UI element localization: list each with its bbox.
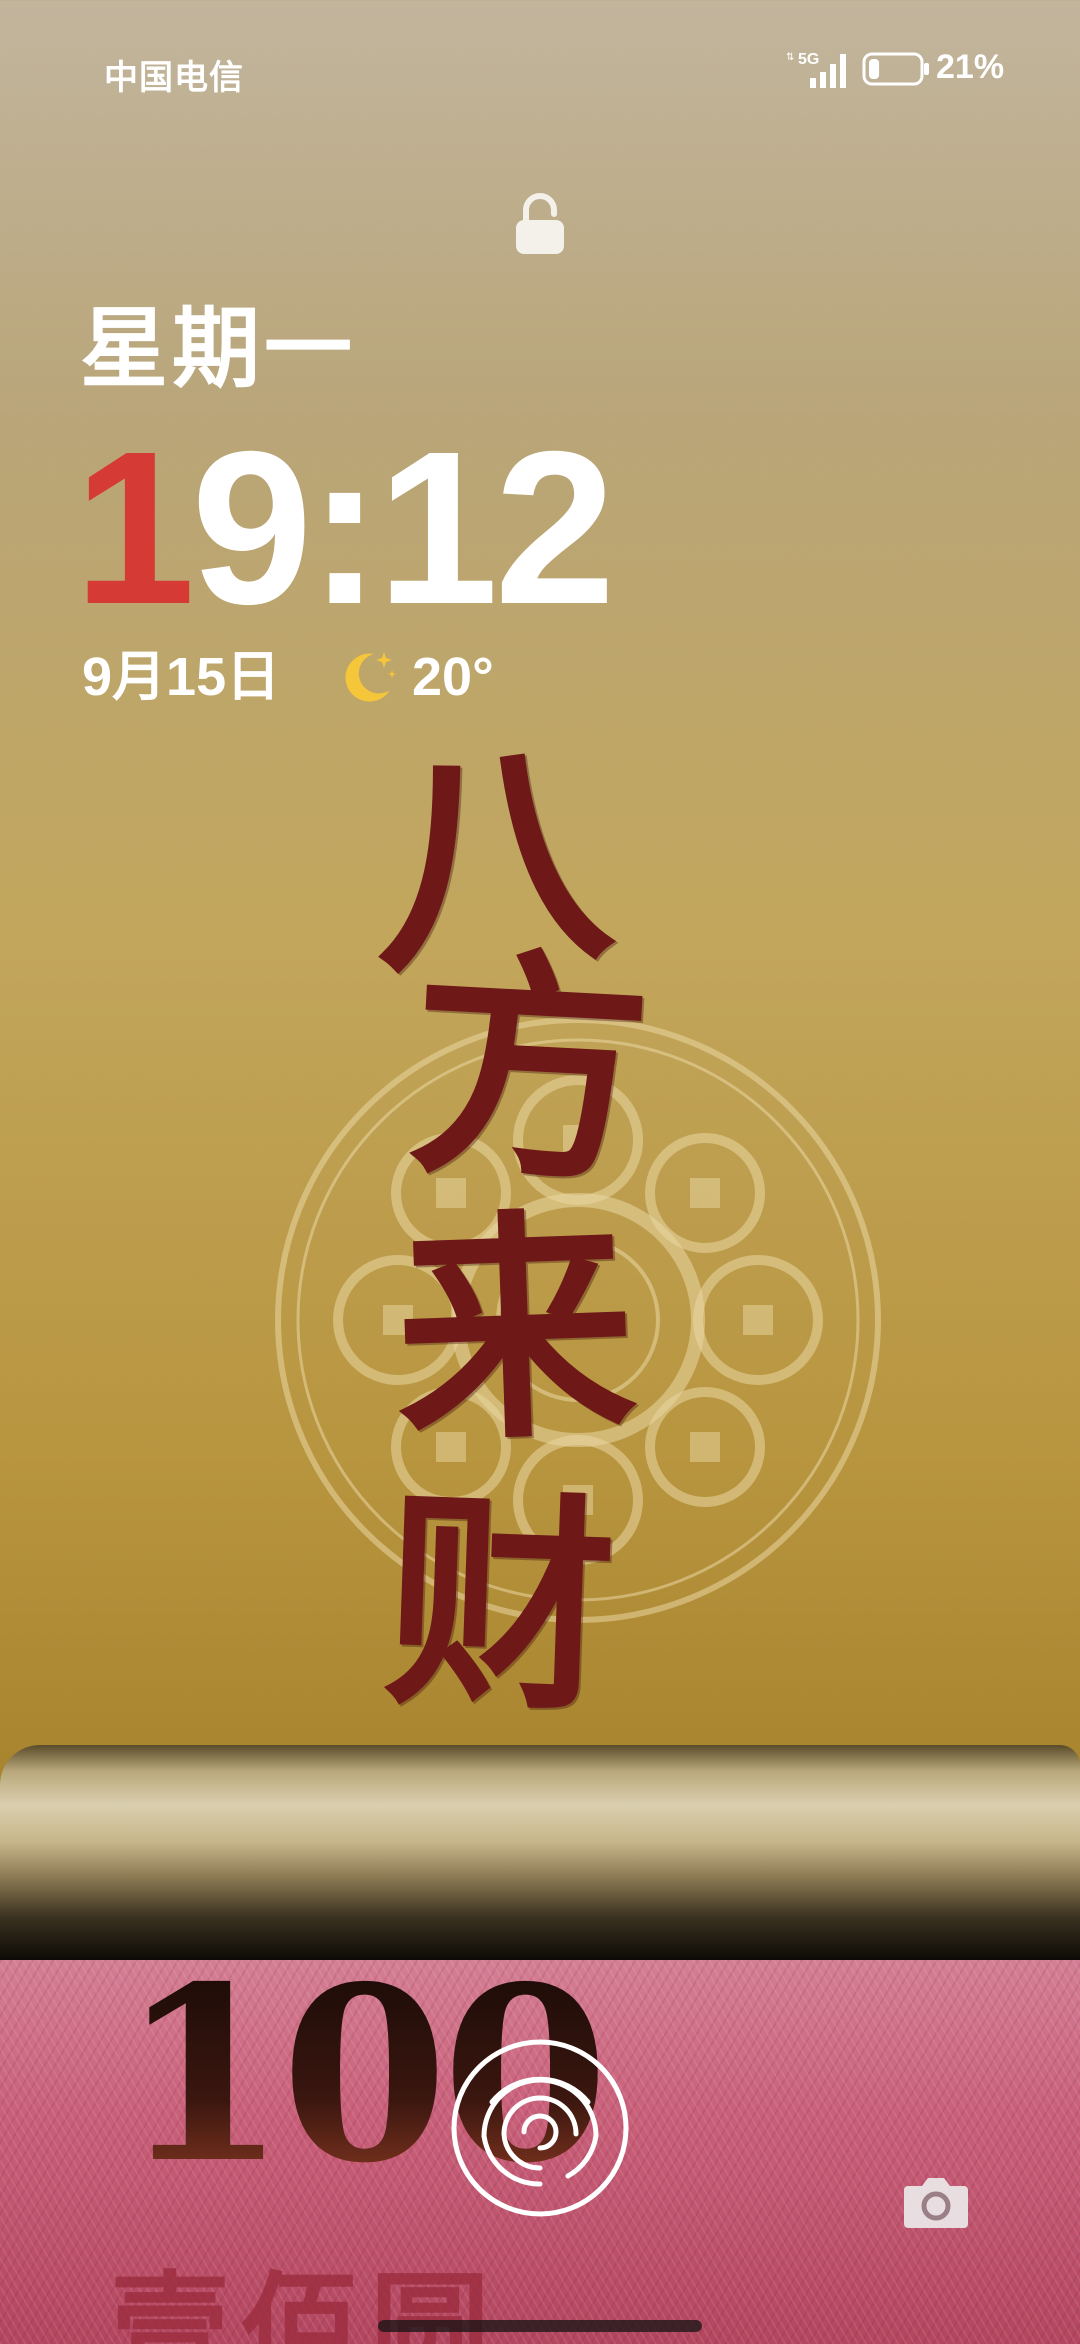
fingerprint-icon[interactable]: [448, 2036, 632, 2220]
date-label: 9月15日: [82, 647, 281, 707]
lock-icon: [516, 193, 564, 254]
moon-stars-icon: [345, 652, 396, 702]
calligraphy-char-2: 方: [402, 922, 658, 1218]
banknote-text: 壹佰圆: [110, 2259, 500, 2344]
calligraphy-char-4: 财: [380, 1486, 620, 1744]
network-type-label: 5G: [798, 51, 819, 68]
weekday-label: 星期一: [80, 299, 357, 398]
clock-accent-digit: 1: [74, 407, 195, 650]
temperature-label: 20°: [412, 647, 494, 707]
lock-clock: 19:12: [74, 420, 616, 638]
battery-percent: 21%: [936, 48, 1005, 86]
calligraphy-char-3: 来: [390, 1184, 640, 1476]
clock-rest: 9:12: [191, 407, 615, 650]
battery-icon: [862, 52, 929, 86]
svg-text:⇅: ⇅: [786, 52, 794, 63]
scroll-roller-decoration: [0, 1745, 1080, 1960]
signal-5g-icon: 5G ⇅: [786, 51, 846, 88]
status-bar: 中国电信 5G ⇅ 21%: [0, 0, 1080, 140]
camera-icon[interactable]: [902, 2172, 970, 2230]
home-indicator[interactable]: [378, 2320, 702, 2332]
carrier-name: 中国电信: [104, 59, 244, 97]
